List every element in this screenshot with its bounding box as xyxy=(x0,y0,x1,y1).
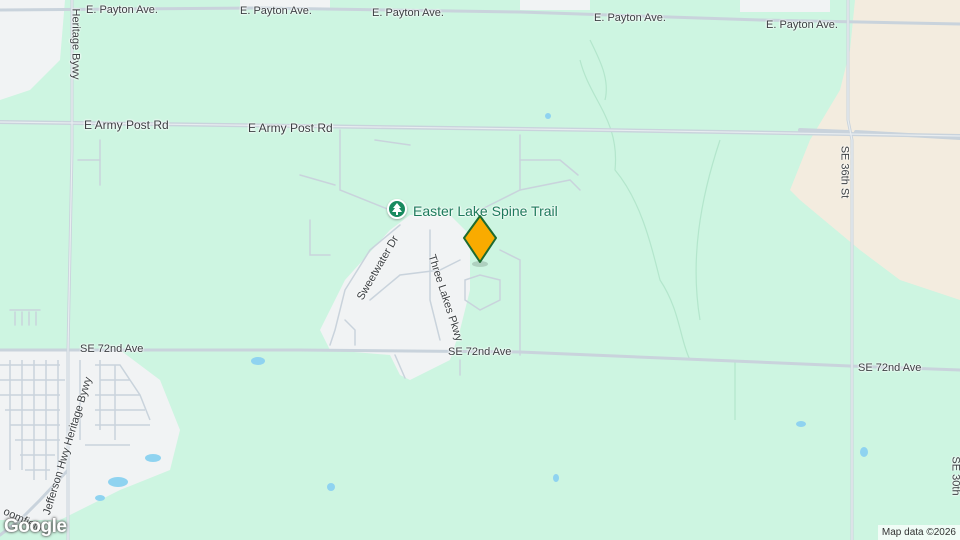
streams xyxy=(579,39,736,420)
tree-icon xyxy=(392,203,402,215)
google-logo: Google xyxy=(4,516,67,537)
urban-area-topleft xyxy=(0,0,65,100)
location-pin-icon[interactable] xyxy=(462,214,498,268)
road-label-payton: E. Payton Ave. xyxy=(372,7,444,19)
map-base xyxy=(0,0,960,540)
sand-area xyxy=(790,0,960,300)
road-label-payton: E. Payton Ave. xyxy=(594,12,666,24)
road-label-payton: E. Payton Ave. xyxy=(86,4,158,16)
urban-area-bottomleft xyxy=(0,350,180,520)
road-label-army-post: E Army Post Rd xyxy=(248,121,333,135)
road-label-se72: SE 72nd Ave xyxy=(448,346,512,358)
road-label-se36: SE 36th St xyxy=(838,145,851,199)
road-label-army-post: E Army Post Rd xyxy=(84,118,169,132)
road-label-payton: E. Payton Ave. xyxy=(240,5,312,17)
road-label-payton: E. Payton Ave. xyxy=(766,19,838,31)
road-label-se72: SE 72nd Ave xyxy=(858,362,922,374)
road-label-se30: SE 30th xyxy=(949,456,960,496)
road-label-se72: SE 72nd Ave xyxy=(80,343,144,355)
trail-poi-marker[interactable] xyxy=(387,199,407,219)
map-view[interactable]: E. Payton Ave. E. Payton Ave. E. Payton … xyxy=(0,0,960,540)
road-label-heritage: Heritage Bywy xyxy=(69,8,82,80)
map-attribution[interactable]: Map data ©2026 xyxy=(877,525,960,540)
water-bodies xyxy=(95,113,868,501)
